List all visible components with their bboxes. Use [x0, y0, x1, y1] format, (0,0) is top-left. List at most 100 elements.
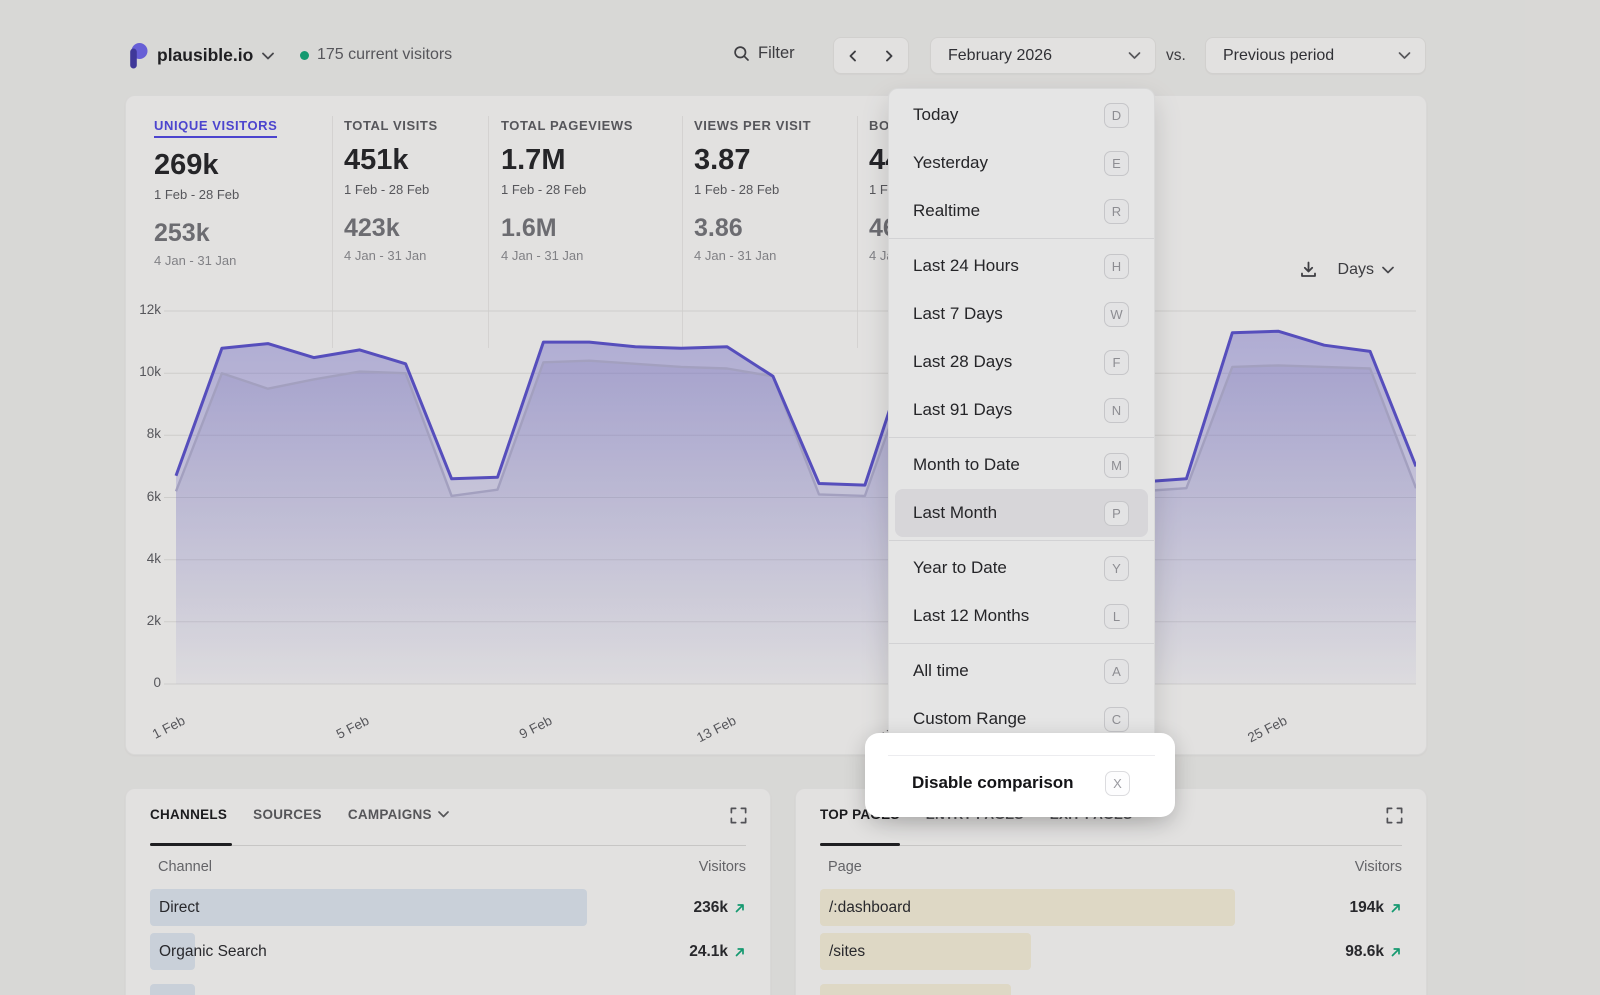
- shortcut-key-badge: L: [1104, 604, 1129, 629]
- menu-item-yesterday[interactable]: YesterdayE: [889, 139, 1154, 187]
- visitors-chart[interactable]: [164, 301, 1416, 693]
- current-area: [176, 331, 1416, 684]
- shortcut-key-badge: D: [1104, 103, 1129, 128]
- filter-button[interactable]: Filter: [733, 44, 795, 63]
- fullscreen-button[interactable]: [729, 806, 748, 825]
- row-visitors: 236k: [694, 899, 728, 917]
- metric-label: TOTAL VISITS: [344, 118, 438, 133]
- metric-label: VIEWS PER VISIT: [694, 118, 811, 133]
- y-axis-label: 0: [128, 675, 161, 690]
- shortcut-key-badge: X: [1105, 771, 1130, 796]
- menu-item-last-7-days[interactable]: Last 7 DaysW: [889, 290, 1154, 338]
- menu-item-last-24-hours[interactable]: Last 24 Hours H: [889, 242, 1154, 290]
- trend-up-icon: [734, 902, 746, 914]
- table-row[interactable]: /sites 98.6k: [820, 933, 1402, 971]
- menu-item-month-to-date[interactable]: Month to DateM: [889, 441, 1154, 489]
- shortcut-key-badge: A: [1104, 659, 1129, 684]
- metric-1[interactable]: UNIQUE VISITORS269k1 Feb - 28 Feb253k4 J…: [154, 118, 277, 268]
- metric-value: 269k: [154, 149, 277, 182]
- x-axis-label: 25 Feb: [1231, 713, 1289, 753]
- metric-3[interactable]: TOTAL PAGEVIEWS1.7M1 Feb - 28 Feb1.6M4 J…: [501, 118, 633, 263]
- menu-item-all-time[interactable]: All timeA: [889, 647, 1154, 695]
- metric-2[interactable]: TOTAL VISITS451k1 Feb - 28 Feb423k4 Jan …: [344, 118, 438, 263]
- table-row[interactable]: /:dashboard194k: [820, 889, 1402, 927]
- menu-item-last-month[interactable]: Last MonthP: [895, 489, 1148, 537]
- row-value: 236k: [694, 889, 746, 926]
- visitors-column-header: Visitors: [1355, 859, 1402, 875]
- channels-tabs: CHANNELS SOURCES CAMPAIGNS: [150, 807, 449, 822]
- metric-4[interactable]: VIEWS PER VISIT3.871 Feb - 28 Feb3.864 J…: [694, 118, 811, 263]
- table-row-clipped: [150, 984, 746, 995]
- tab-sources[interactable]: SOURCES: [253, 807, 322, 822]
- menu-item-last-12-months[interactable]: Last 12 Months L: [889, 592, 1154, 640]
- menu-item-label: Custom Range: [913, 709, 1026, 729]
- trend-up-icon: [1390, 902, 1402, 914]
- metric-period: 1 Feb - 28 Feb: [501, 182, 633, 197]
- menu-item-last-28-days[interactable]: Last 28 Days F: [889, 338, 1154, 386]
- tab-channels[interactable]: CHANNELS: [150, 807, 227, 822]
- row-value: 194k: [1350, 889, 1402, 926]
- metric-prev-value: 423k: [344, 214, 438, 243]
- shortcut-key-badge: N: [1104, 398, 1129, 423]
- table-row-clipped: [820, 984, 1402, 995]
- metric-prev-value: 3.86: [694, 214, 811, 243]
- fullscreen-button[interactable]: [1385, 806, 1404, 825]
- table-row[interactable]: Direct236k: [150, 889, 746, 927]
- comparison-select[interactable]: Previous period: [1205, 37, 1426, 74]
- metric-period: 1 Feb - 28 Feb: [344, 182, 438, 197]
- date-range-select[interactable]: February 2026: [930, 37, 1156, 74]
- date-range-label: February 2026: [948, 47, 1052, 65]
- menu-item-year-to-date[interactable]: Year to DateY: [889, 544, 1154, 592]
- shortcut-key-badge: F: [1104, 350, 1129, 375]
- fullscreen-icon: [729, 806, 748, 825]
- shortcut-key-badge: R: [1104, 199, 1129, 224]
- trend-up-icon: [1390, 946, 1402, 958]
- current-visitors[interactable]: 175 current visitors: [300, 46, 452, 64]
- menu-divider: [889, 437, 1154, 438]
- menu-divider: [889, 540, 1154, 541]
- previous-period-button[interactable]: [834, 38, 871, 73]
- chevron-down-icon: [1398, 51, 1411, 60]
- row-label: /sites: [829, 933, 865, 970]
- chart-controls: Days: [1299, 260, 1394, 279]
- menu-item-last-91-days[interactable]: Last 91 DaysN: [889, 386, 1154, 434]
- metric-prev-period: 4 Jan - 31 Jan: [501, 248, 633, 263]
- shortcut-key-badge: H: [1104, 254, 1129, 279]
- row-bar: [150, 889, 587, 926]
- menu-item-label: Realtime: [913, 201, 980, 221]
- menu-item-realtime[interactable]: Realtime R: [889, 187, 1154, 235]
- metric-value: 1.7M: [501, 144, 633, 177]
- menu-item-label: Year to Date: [913, 558, 1007, 578]
- menu-item-label: Yesterday: [913, 153, 988, 173]
- chevron-down-icon: [438, 811, 449, 818]
- tab-campaigns[interactable]: CAMPAIGNS: [348, 807, 449, 822]
- next-period-button[interactable]: [871, 38, 908, 73]
- filter-label: Filter: [758, 44, 795, 63]
- menu-item-label: Last 12 Months: [913, 606, 1029, 626]
- menu-item-label: Last 28 Days: [913, 352, 1012, 372]
- menu-item-today[interactable]: TodayD: [889, 91, 1154, 139]
- metric-value: 3.87: [694, 144, 811, 177]
- site-switcher[interactable]: plausible.io: [127, 42, 274, 69]
- menu-divider: [889, 643, 1154, 644]
- row-label: Organic Search: [159, 933, 267, 970]
- metric-prev-period: 4 Jan - 31 Jan: [694, 248, 811, 263]
- menu-item-label: Last 24 Hours: [913, 256, 1019, 276]
- channels-table: Direct236k Organic Search24.1k: [150, 887, 746, 995]
- menu-divider: [888, 755, 1155, 756]
- row-visitors: 98.6k: [1345, 943, 1384, 961]
- pages-card: TOP PAGES ENTRY PAGES EXIT PAGES Page Vi…: [795, 788, 1427, 995]
- menu-item-disable-comparison[interactable]: Disable comparison X: [912, 757, 1130, 809]
- x-axis-label: 9 Feb: [496, 713, 554, 753]
- metric-prev-period: 4 Jan - 31 Jan: [154, 253, 277, 268]
- download-button[interactable]: [1299, 260, 1318, 279]
- active-tab-indicator: [820, 843, 900, 846]
- visitors-column-header: Visitors: [699, 859, 746, 875]
- page-column-header: Page: [828, 859, 862, 875]
- interval-select[interactable]: Days: [1338, 261, 1394, 279]
- pages-table: /:dashboard194k/sites 98.6k: [820, 887, 1402, 995]
- chevron-right-icon: [885, 50, 894, 62]
- plausible-logo-icon: [127, 42, 148, 69]
- table-row[interactable]: Organic Search24.1k: [150, 933, 746, 971]
- search-icon: [733, 45, 750, 62]
